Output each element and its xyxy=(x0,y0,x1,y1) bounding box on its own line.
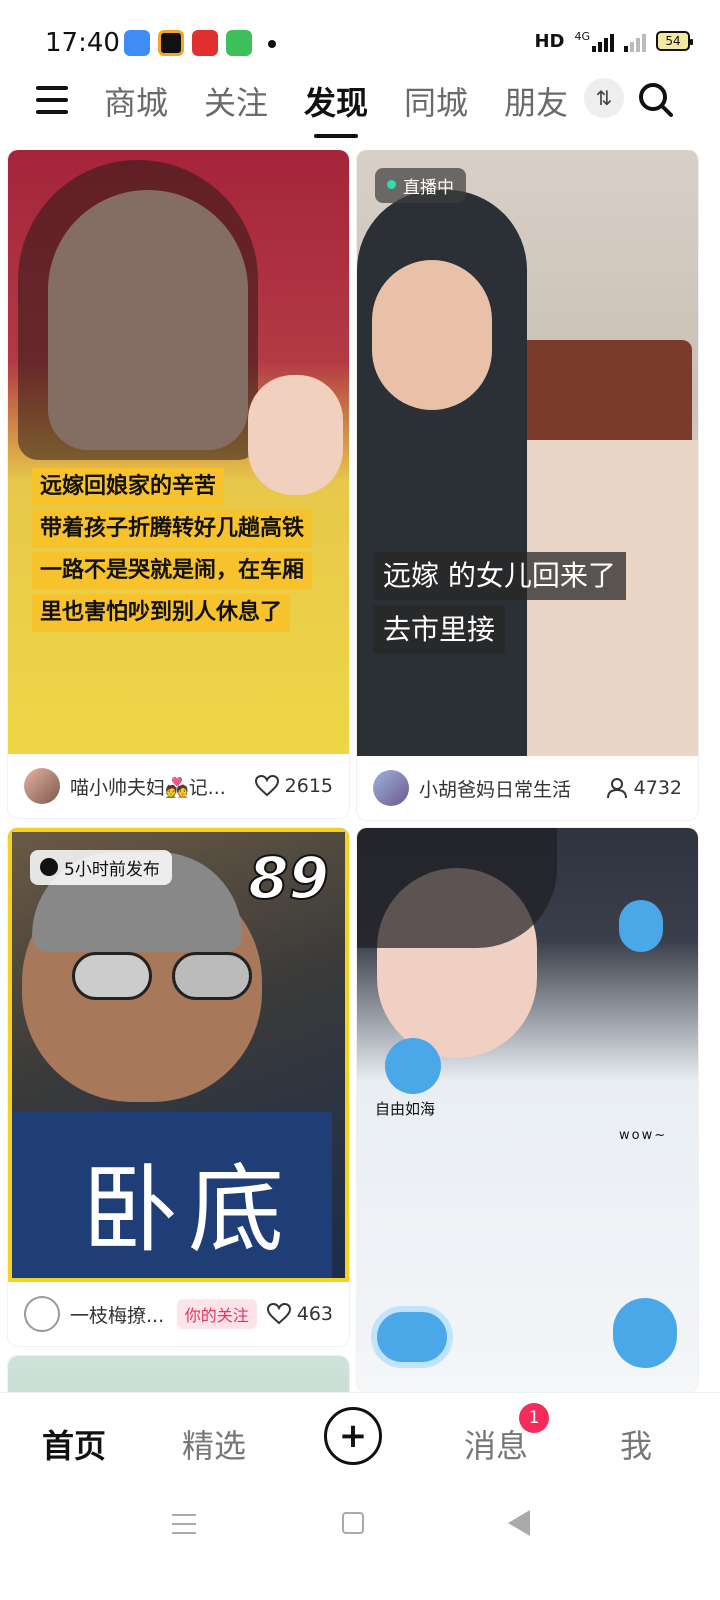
sunglasses-shape xyxy=(72,952,262,1002)
heart-icon xyxy=(254,775,279,797)
author-name[interactable]: 小胡爸妈日常生活 xyxy=(419,775,606,802)
person-icon xyxy=(606,778,627,799)
video-thumbnail[interactable]: 远嫁回娘家的辛苦 带着孩子折腾转好几趟高铁 一路不是哭就是闹，在车厢 里也害怕吵… xyxy=(8,150,349,754)
sticker-text: wow~ xyxy=(619,1128,668,1143)
app-notification-icon xyxy=(226,30,252,56)
card-meta: 一枝梅撩... 你的关注 463 xyxy=(8,1282,349,1346)
avatar[interactable] xyxy=(24,768,60,804)
back-icon[interactable] xyxy=(508,1510,530,1536)
tab-mall[interactable]: 商城 xyxy=(104,78,168,124)
app-notification-icon xyxy=(124,30,150,56)
avatar[interactable] xyxy=(373,770,409,806)
overlay-calligraphy: 卧底 xyxy=(82,1154,294,1266)
plus-icon: + xyxy=(338,1416,368,1456)
following-badge: 你的关注 xyxy=(176,1299,257,1329)
status-time: 17:40 xyxy=(45,28,120,58)
like-count-value: 463 xyxy=(296,1303,333,1325)
tab-nearby[interactable]: 同城 xyxy=(404,78,468,124)
clock-icon xyxy=(40,858,58,876)
nav-messages[interactable]: 消息 xyxy=(464,1421,528,1467)
author-name[interactable]: 喵小帅夫妇💑记... xyxy=(70,773,255,800)
video-thumbnail[interactable] xyxy=(8,1356,349,1392)
tab-discover[interactable]: 发现 xyxy=(304,78,368,138)
hair-shape xyxy=(18,160,258,460)
heart-icon xyxy=(266,1303,291,1325)
video-card[interactable]: 5小时前发布 89 卧底 一枝梅撩... 你的关注 463 xyxy=(8,828,349,1346)
tab-following[interactable]: 关注 xyxy=(204,78,268,124)
video-thumbnail[interactable]: 5小时前发布 89 卧底 xyxy=(8,828,349,1282)
face-shape xyxy=(372,260,492,410)
home-icon[interactable] xyxy=(342,1512,364,1534)
caption-line: 远嫁 的女儿回来了 xyxy=(373,552,626,600)
viewer-count: 4732 xyxy=(606,777,682,799)
tab-friends[interactable]: 朋友 xyxy=(504,78,568,124)
signal-4g-icon: 4G xyxy=(574,30,614,52)
overlay-number: 89 xyxy=(247,843,330,913)
battery-level: 54 xyxy=(665,34,681,48)
search-icon[interactable] xyxy=(636,80,676,120)
caption-line: 远嫁回娘家的辛苦 xyxy=(32,468,225,506)
caption-line: 带着孩子折腾转好几趟高铁 xyxy=(32,510,313,548)
signal-label: 4G xyxy=(574,30,590,43)
nav-me[interactable]: 我 xyxy=(620,1421,652,1467)
message-badge: 1 xyxy=(519,1403,549,1433)
discover-feed[interactable]: 远嫁回娘家的辛苦 带着孩子折腾转好几趟高铁 一路不是哭就是闹，在车厢 里也害怕吵… xyxy=(0,150,720,1392)
battery-icon: 54 xyxy=(656,31,693,51)
like-count-value: 2615 xyxy=(284,775,333,797)
video-card[interactable] xyxy=(8,1356,349,1392)
app-notification-icon xyxy=(158,30,184,56)
top-navigation: 商城 关注 发现 同城 朋友 ⇅ xyxy=(0,70,720,138)
video-card[interactable]: 自由如海 wow~ xyxy=(357,828,698,1392)
author-name[interactable]: 一枝梅撩... xyxy=(70,1301,169,1328)
more-notifications-dot-icon xyxy=(268,40,276,48)
publish-button[interactable]: + xyxy=(324,1407,382,1465)
hair-shape xyxy=(357,828,557,948)
dolphin-sticker-icon xyxy=(619,900,663,952)
recent-apps-icon[interactable] xyxy=(172,1514,196,1536)
card-meta: 小胡爸妈日常生活 4732 xyxy=(357,756,698,820)
live-thumbnail[interactable]: 直播中 远嫁 的女儿回来了 去市里接 xyxy=(357,150,698,756)
video-thumbnail[interactable]: 自由如海 wow~ xyxy=(357,828,698,1392)
top-tabs: 商城 关注 发现 同城 朋友 xyxy=(104,78,568,138)
dolphin-sticker-icon xyxy=(613,1298,677,1368)
caption-line: 去市里接 xyxy=(373,606,506,654)
live-caption: 远嫁 的女儿回来了 去市里接 xyxy=(373,552,626,660)
viewer-count-value: 4732 xyxy=(633,777,682,799)
video-caption: 远嫁回娘家的辛苦 带着孩子折腾转好几趟高铁 一路不是哭就是闹，在车厢 里也害怕吵… xyxy=(32,468,313,636)
video-card[interactable]: 远嫁回娘家的辛苦 带着孩子折腾转好几趟高铁 一路不是哭就是闹，在车厢 里也害怕吵… xyxy=(8,150,349,818)
publish-time-badge: 5小时前发布 xyxy=(30,850,172,885)
sticker-text: 自由如海 xyxy=(375,1100,436,1118)
nav-featured[interactable]: 精选 xyxy=(182,1421,246,1467)
live-badge: 直播中 xyxy=(375,168,466,203)
signal-weak-icon xyxy=(624,30,646,52)
hd-indicator: HD xyxy=(534,30,565,52)
status-bar: 17:40 HD 4G 54 xyxy=(0,0,720,80)
sort-icon[interactable]: ⇅ xyxy=(584,78,624,118)
dolphin-sticker-icon xyxy=(385,1038,441,1094)
like-count[interactable]: 2615 xyxy=(254,775,333,797)
app-notification-icon xyxy=(192,30,218,56)
nav-home[interactable]: 首页 xyxy=(42,1421,106,1467)
menu-icon[interactable] xyxy=(36,86,68,116)
system-navigation-bar xyxy=(0,1490,720,1600)
caption-line: 一路不是哭就是闹，在车厢 xyxy=(32,552,313,590)
card-meta: 喵小帅夫妇💑记... 2615 xyxy=(8,754,349,818)
dolphin-sticker-icon xyxy=(371,1306,453,1368)
publish-time-label: 5小时前发布 xyxy=(64,860,160,880)
avatar[interactable] xyxy=(24,1296,60,1332)
bottom-navigation: 首页 精选 + 消息 1 我 xyxy=(0,1392,720,1488)
caption-line: 里也害怕吵到别人休息了 xyxy=(32,594,291,632)
live-card[interactable]: 直播中 远嫁 的女儿回来了 去市里接 小胡爸妈日常生活 4732 xyxy=(357,150,698,820)
like-count[interactable]: 463 xyxy=(266,1303,333,1325)
